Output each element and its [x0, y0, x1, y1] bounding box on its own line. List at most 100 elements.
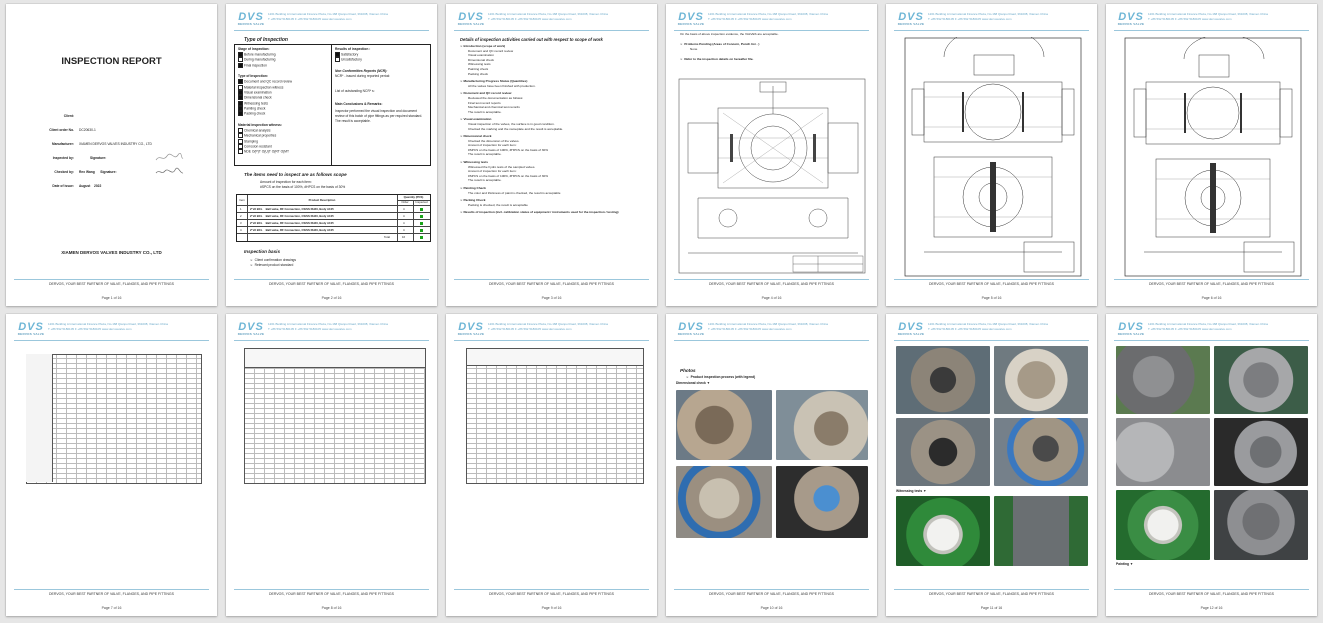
page-8[interactable]: DVS DERVOS VALVE 1201 Building A Internat… — [226, 314, 437, 616]
client-order-value: DC20630-1 — [79, 128, 96, 132]
address-line-2: T +86 592 5180105 F +86 592 5180105 www.… — [708, 17, 792, 21]
logo-text: DVS — [1118, 321, 1144, 333]
valve-drawing-2 — [904, 37, 1082, 277]
th-desc: Product Description — [247, 195, 398, 205]
stage-item-label: Before manufacturing — [244, 52, 276, 57]
footer-text: DERVOS, YOUR BEST PARTNER OF VALVE, FLAN… — [269, 592, 394, 596]
col-line — [413, 200, 414, 241]
row-item: 4 — [240, 228, 242, 232]
logo-sub: DERVOS VALVE — [457, 22, 485, 26]
page-9[interactable]: DVS DERVOS VALVE 1201 Building A Internat… — [446, 314, 657, 616]
photo-dimensional-4 — [776, 466, 868, 538]
scope-line: #SPCS on the basis of 100%, #HPCS on the… — [260, 185, 346, 189]
logo-sub: DERVOS VALVE — [457, 332, 485, 336]
row-item: 3 — [240, 221, 242, 225]
footer-text: DERVOS, YOUR BEST PARTNER OF VALVE, FLAN… — [929, 592, 1054, 596]
company-logo: DVS DERVOS VALVE — [236, 11, 266, 27]
header-line — [14, 340, 209, 341]
page-number: Page 7 of 16 — [101, 606, 122, 610]
page-number: Page 5 of 16 — [981, 296, 1002, 300]
witness-item-label: Stamping — [244, 138, 258, 143]
signature-2 — [155, 167, 184, 174]
scan-header-strip — [26, 354, 53, 482]
caption-label: Dimensional check — [676, 381, 706, 385]
col-line — [247, 205, 248, 241]
photo-gauge-2 — [1116, 490, 1210, 560]
header-address: 1201 Building A International Finance Pl… — [928, 322, 1048, 332]
page-5[interactable]: DVS DERVOS VALVE 1201 Building A Internat… — [886, 4, 1097, 306]
logo-text: DVS — [1118, 11, 1144, 23]
page-number: Page 11 of 16 — [980, 606, 1003, 610]
page-1[interactable]: INSPECTION REPORT Client: Client order N… — [6, 4, 217, 306]
conclusion-text: Inspector performed the visual inspectio… — [335, 108, 423, 123]
table-total-row: Total 16 — [237, 233, 430, 241]
page-number: Page 3 of 16 — [541, 296, 562, 300]
page-header: DVS DERVOS VALVE 1201 Building A Internat… — [226, 4, 437, 30]
photo-dimensional-3 — [676, 466, 772, 538]
type-of-inspection-title: Type of Inspection — [244, 37, 288, 43]
details-section-heading: ➢ Results of inspection (incl. calibrati… — [460, 210, 650, 215]
page-10[interactable]: DVS DERVOS VALVE 1201 Building A Internat… — [666, 314, 877, 616]
scope-table: Item Product Description Quantity (PCS) … — [236, 194, 431, 242]
header-address: 1201 Building A International Finance Pl… — [1148, 322, 1268, 332]
page-number: Page 10 of 16 — [760, 606, 783, 610]
date-value: August 2022 — [79, 184, 102, 188]
address-line-2: T +86 592 5180105 F +86 592 5180105 www.… — [48, 327, 132, 331]
photo-valve-3 — [1116, 418, 1210, 486]
address-line-2: T +86 592 5180105 F +86 592 5180105 www.… — [708, 327, 792, 331]
scanned-dimension-record — [466, 348, 644, 484]
box-divider — [331, 45, 332, 165]
section-heading-label: Document and QC record review — [463, 91, 512, 96]
type2-item: Packing check — [238, 111, 292, 117]
header-address: 1201 Building A International Finance Pl… — [928, 12, 1048, 22]
section-heading-label: Introduction (scope of work) — [463, 44, 506, 48]
page-11[interactable]: DVS DERVOS VALVE 1201 Building A Internat… — [886, 314, 1097, 616]
type2-item-label: Packing check — [244, 111, 266, 116]
type2-item-label: Witnessing tests — [244, 101, 269, 105]
header-address: 1201 Building A International Finance Pl… — [488, 12, 608, 22]
company-logo: DVS DERVOS VALVE — [896, 11, 926, 27]
page-header: DVS DERVOS VALVE 1201 Building A Internat… — [666, 314, 877, 340]
footer-text: DERVOS, YOUR BEST PARTNER OF VALVE, FLAN… — [489, 592, 614, 596]
checked-by-label: Checked by: — [54, 170, 74, 174]
logo-sub: DERVOS VALVE — [1117, 332, 1145, 336]
page-12[interactable]: DVS DERVOS VALVE 1201 Building A Internat… — [1106, 314, 1317, 616]
company-logo: DVS DERVOS VALVE — [456, 322, 486, 337]
witness-item-label: Chemical analysis — [244, 128, 271, 133]
logo-text: DVS — [898, 11, 924, 23]
company-logo: DVS DERVOS VALVE — [236, 322, 266, 337]
page-6[interactable]: DVS DERVOS VALVE 1201 Building A Internat… — [1106, 4, 1317, 306]
row-desc: 2"x6 BCL Ball valve, RF Connection, CS/S… — [250, 228, 334, 232]
section-heading-label: Packing Check — [463, 198, 486, 203]
page-3[interactable]: DVS DERVOS VALVE 1201 Building A Internat… — [446, 4, 657, 306]
page-4[interactable]: DVS DERVOS VALVE 1201 Building A Internat… — [666, 4, 877, 306]
section-heading-label: Manufacturing Progress Status (Quantitie… — [463, 79, 528, 84]
footer-line — [234, 589, 429, 590]
checked-by-value: Rex Wang Signature: — [79, 170, 117, 174]
header-line — [454, 340, 649, 341]
logo-sub: DERVOS VALVE — [897, 332, 925, 336]
total-value: 16 — [402, 235, 406, 239]
photo-flange-4 — [994, 418, 1088, 486]
logo-sub: DERVOS VALVE — [17, 332, 45, 336]
date-label: Date of issue: — [52, 184, 74, 188]
details-section-line: Checked the marking and the nameplate an… — [468, 126, 564, 131]
logo-text: DVS — [238, 11, 264, 23]
photo-dimensional-1 — [676, 390, 772, 460]
page-7[interactable]: DVS DERVOS VALVE 1201 Building A Internat… — [6, 314, 217, 616]
details-section-line: The result is acceptable. — [468, 109, 502, 114]
header-line — [234, 340, 429, 341]
witness-item-label: Corrosion resistant — [244, 144, 272, 149]
total-inspected-mark — [420, 236, 423, 239]
row-order: 4 — [403, 221, 405, 225]
photo-valve-2 — [1214, 346, 1308, 414]
footer-line — [14, 589, 209, 590]
page-2[interactable]: DVS DERVOS VALVE 1201 Building A Internat… — [226, 4, 437, 306]
details-section-line: Packing is checked, the result is accept… — [468, 202, 528, 207]
logo-text: DVS — [458, 11, 484, 23]
footer-line — [1114, 589, 1309, 590]
address-line-2: T +86 592 5180105 F +86 592 5180105 www.… — [928, 327, 1012, 331]
type2-item-label: Painting check — [244, 106, 266, 111]
scan-title-area — [244, 348, 426, 368]
row-inspected-mark — [420, 229, 423, 232]
